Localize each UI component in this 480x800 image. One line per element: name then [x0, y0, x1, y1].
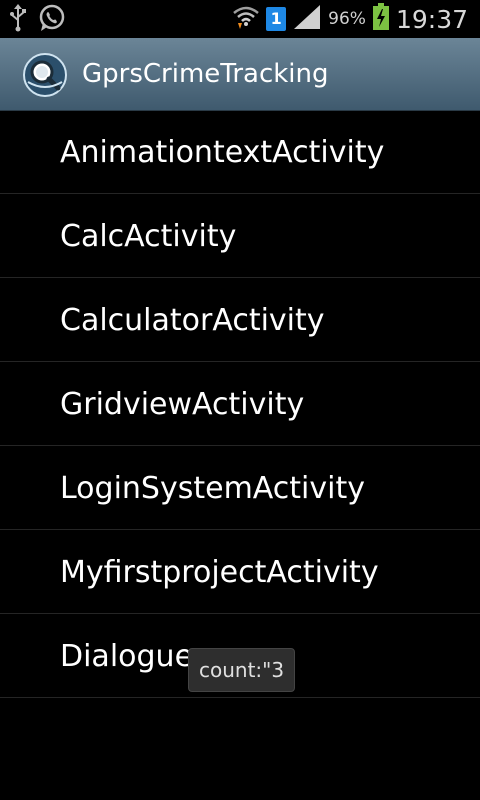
wifi-icon: [232, 3, 260, 35]
activity-list: AnimationtextActivity CalcActivity Calcu…: [0, 110, 480, 698]
app-title: GprsCrimeTracking: [82, 59, 329, 89]
list-item-label: CalculatorActivity: [60, 303, 325, 338]
battery-percent: 96%: [328, 9, 366, 29]
list-item-animationtext[interactable]: AnimationtextActivity: [0, 110, 480, 194]
list-item-loginsystem[interactable]: LoginSystemActivity: [0, 446, 480, 530]
list-item-calculator[interactable]: CalculatorActivity: [0, 278, 480, 362]
status-left: [8, 4, 66, 36]
list-item-label: MyfirstprojectActivity: [60, 555, 379, 590]
list-item-label: GridviewActivity: [60, 387, 305, 422]
list-item-label: CalcActivity: [60, 219, 237, 254]
battery-charging-icon: [372, 3, 390, 35]
sim-1-icon: 1: [266, 7, 287, 31]
magnifier-globe-icon[interactable]: [22, 52, 68, 98]
list-item-gridview[interactable]: GridviewActivity: [0, 362, 480, 446]
signal-icon: [292, 3, 322, 35]
list-item-myfirstproject[interactable]: MyfirstprojectActivity: [0, 530, 480, 614]
usb-icon: [8, 4, 28, 36]
list-item-calc[interactable]: CalcActivity: [0, 194, 480, 278]
whatsapp-icon: [38, 4, 66, 36]
clock: 19:37: [395, 4, 468, 34]
status-right: 1 96% 19:37: [232, 3, 468, 35]
list-item-label: Dialogue: [60, 639, 194, 674]
status-bar: 1 96% 19:37: [0, 0, 480, 38]
action-bar: GprsCrimeTracking: [0, 38, 480, 111]
list-item-label: AnimationtextActivity: [60, 135, 385, 170]
list-item-label: LoginSystemActivity: [60, 471, 365, 506]
toast-message: count:"3: [188, 648, 296, 692]
